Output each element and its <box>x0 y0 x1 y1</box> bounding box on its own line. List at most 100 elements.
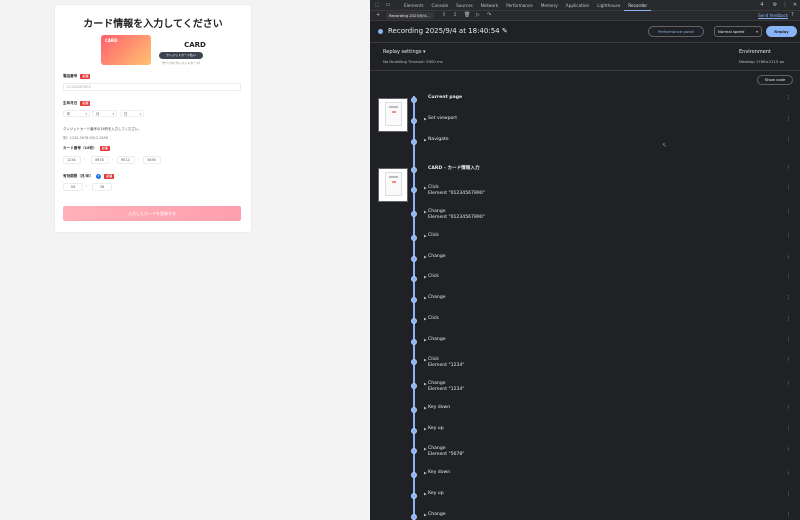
tab-sources[interactable]: Sources <box>452 0 477 11</box>
expand-icon[interactable]: ▶ <box>424 210 427 214</box>
expand-icon[interactable]: ▶ <box>424 234 427 238</box>
step-item[interactable]: ▶ Change ⋮ <box>370 337 800 350</box>
send-feedback-link[interactable]: Send feedback <box>758 13 788 18</box>
more-icon[interactable]: ⋮ <box>786 405 791 411</box>
more-icon[interactable]: ⋮ <box>786 116 791 122</box>
more-icon[interactable]: ⋮ <box>786 295 791 301</box>
device-toggle-icon[interactable]: ▭ <box>383 0 393 11</box>
step-item[interactable]: ▶ Click Element "1234" ⋮ <box>370 357 800 370</box>
expand-icon[interactable]: ▶ <box>424 406 427 410</box>
more-icon[interactable]: ⋮ <box>786 337 791 343</box>
step-item[interactable]: ▶ Key down ⋮ <box>370 405 800 418</box>
more-icon[interactable]: ⋮ <box>780 0 790 11</box>
expand-icon[interactable]: ▶ <box>424 492 427 496</box>
more-icon[interactable]: ⋮ <box>786 357 791 363</box>
step-item[interactable]: ▶ Set viewport ⋮ <box>370 116 800 129</box>
delete-icon[interactable]: 🗑 <box>464 12 470 18</box>
step-item[interactable]: ▶ Change ⋮ <box>370 512 800 520</box>
replay-button[interactable]: Replay <box>766 26 797 37</box>
step-item[interactable]: ▶ Key down ⋮ <box>370 470 800 483</box>
recording-select[interactable]: Recording 2025/9/4... <box>386 12 434 19</box>
step-item[interactable]: ▶ Key up ⋮ <box>370 426 800 439</box>
expand-icon[interactable]: ▶ <box>424 382 427 386</box>
more-icon[interactable]: ⋮ <box>786 185 791 191</box>
card-number-part-3[interactable]: 9012 <box>117 156 135 164</box>
more-icon[interactable]: ⋮ <box>786 491 791 497</box>
step-item[interactable]: ▶ Click ⋮ <box>370 233 800 246</box>
expand-icon[interactable]: ▶ <box>424 427 427 431</box>
tab-elements[interactable]: Elements <box>400 0 428 11</box>
expand-icon[interactable]: ▶ <box>424 358 427 362</box>
expand-icon[interactable]: ▶ <box>424 317 427 321</box>
tab-application[interactable]: Application <box>562 0 593 11</box>
card-number-part-2[interactable]: 5678 <box>91 156 109 164</box>
more-icon[interactable]: ⋮ <box>786 446 791 452</box>
card-number-part-1[interactable]: 1234 <box>63 156 81 164</box>
performance-panel-button[interactable]: Performance panel <box>648 26 704 37</box>
info-icon[interactable]: ? <box>96 174 102 179</box>
expand-icon[interactable]: ▶ <box>424 513 427 517</box>
expand-icon[interactable]: ▶ <box>424 447 427 451</box>
dob-day-select[interactable]: 日 <box>120 110 144 118</box>
step-item[interactable]: ▶ Change Element "5678" ⋮ <box>370 446 800 459</box>
expand-icon[interactable]: ▶ <box>424 338 427 342</box>
more-icon[interactable]: ⋮ <box>786 209 791 215</box>
tab-network[interactable]: Network <box>477 0 502 11</box>
continue-icon[interactable]: ▷ <box>476 12 480 18</box>
expand-icon[interactable]: ▶ <box>424 296 427 300</box>
issues-icon[interactable]: 4 <box>756 0 768 11</box>
replay-settings-toggle[interactable]: Replay settings ▾ <box>383 49 426 55</box>
step-item[interactable]: ▶ Change ⋮ <box>370 295 800 308</box>
expand-icon[interactable]: ▶ <box>424 138 427 142</box>
submit-card-button[interactable]: 入力したカードを登録する <box>63 206 241 221</box>
tab-recorder[interactable]: Recorder <box>624 0 652 11</box>
more-icon[interactable]: ⋮ <box>786 470 791 476</box>
export-icon[interactable]: ⇧ <box>442 12 446 18</box>
edit-icon[interactable]: ✎ <box>502 27 508 35</box>
expand-icon[interactable]: ▶ <box>424 275 427 279</box>
recording-title[interactable]: Recording 2025/9/4 at 18:40:54 ✎ <box>388 27 508 35</box>
more-icon[interactable]: ⋮ <box>786 426 791 432</box>
step-item[interactable]: ▶ Change Element "1234" ⋮ <box>370 381 800 394</box>
tab-console[interactable]: Console <box>428 0 453 11</box>
import-icon[interactable]: ⇩ <box>453 12 457 18</box>
close-icon[interactable]: ✕ <box>790 0 800 11</box>
speed-select[interactable]: Normal speed <box>714 26 762 37</box>
step-item[interactable]: ▶ Navigate ⋮ <box>370 137 800 150</box>
more-icon[interactable]: ⋮ <box>786 95 791 101</box>
more-icon[interactable]: ⋮ <box>786 233 791 239</box>
step-item[interactable]: ▶ Change ⋮ <box>370 254 800 267</box>
inspect-icon[interactable]: ⬚ <box>372 0 382 11</box>
more-icon[interactable]: ⋮ <box>786 381 791 387</box>
tab-lighthouse[interactable]: Lighthouse <box>593 0 624 11</box>
expiry-month-input[interactable]: 04 <box>63 183 83 191</box>
expand-icon[interactable]: ▶ <box>424 255 427 259</box>
more-icon[interactable]: ⋮ <box>786 316 791 322</box>
expand-icon[interactable]: ▶ <box>424 186 427 190</box>
expand-icon[interactable]: ▶ <box>424 471 427 475</box>
dob-year-select[interactable]: 年 <box>63 110 90 118</box>
step-item[interactable]: ▶ Key up ⋮ <box>370 491 800 504</box>
add-recording-icon[interactable]: + <box>376 12 380 18</box>
dob-month-select[interactable]: 月 <box>92 110 117 118</box>
more-icon[interactable]: ⋮ <box>786 274 791 280</box>
show-code-button[interactable]: Show code <box>757 75 793 85</box>
expand-icon[interactable]: ▶ <box>424 117 427 121</box>
step-item[interactable]: ▶ Click ⋮ <box>370 274 800 287</box>
more-icon[interactable]: ⋮ <box>786 512 791 518</box>
phone-input[interactable]: 01234567890 <box>63 83 241 91</box>
help-icon[interactable]: ? <box>791 12 794 18</box>
expiry-year-input[interactable]: 26 <box>92 183 112 191</box>
more-icon[interactable]: ⋮ <box>786 165 791 171</box>
more-icon[interactable]: ⋮ <box>786 254 791 260</box>
section-header[interactable]: Current page ⋮ <box>370 95 800 108</box>
section-header[interactable]: CARD - カード情報入力 ⋮ <box>370 165 800 178</box>
step-item[interactable]: ▶ Click ⋮ <box>370 316 800 329</box>
more-icon[interactable]: ⋮ <box>786 137 791 143</box>
step-item[interactable]: ▶ Click Element "01234567890" ⋮ <box>370 185 800 198</box>
tab-memory[interactable]: Memory <box>537 0 562 11</box>
step-item[interactable]: ▶ Change Element "01234567890" ⋮ <box>370 209 800 222</box>
tab-performance[interactable]: Performance <box>502 0 537 11</box>
card-number-part-4[interactable]: 3456 <box>143 156 161 164</box>
step-icon[interactable]: ↷ <box>487 12 491 18</box>
